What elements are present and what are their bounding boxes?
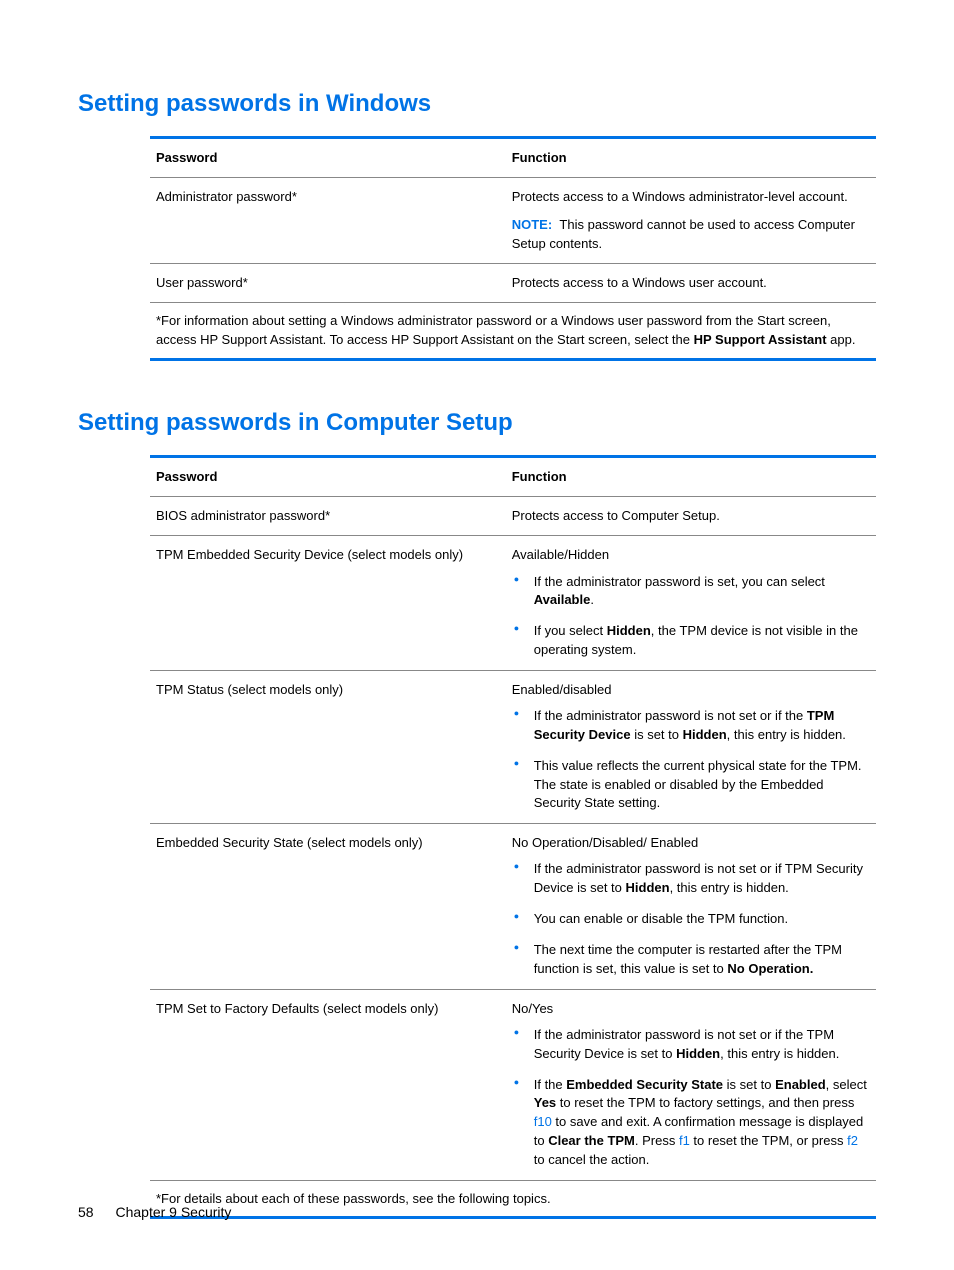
computer-setup-footnote: *For details about each of these passwor… bbox=[150, 1180, 876, 1216]
header-function: Function bbox=[506, 458, 876, 497]
section-heading-computer-setup: Setting passwords in Computer Setup bbox=[78, 409, 876, 437]
row-tpm-factory-func: No/Yes If the administrator password is … bbox=[506, 989, 876, 1180]
row-admin-password-func: Protects access to a Windows administrat… bbox=[506, 178, 876, 264]
li-bold: Hidden bbox=[683, 727, 727, 742]
section-heading-windows: Setting passwords in Windows bbox=[78, 90, 876, 118]
row-embedded-state-func: No Operation/Disabled/ Enabled If the ad… bbox=[506, 824, 876, 989]
header-password: Password bbox=[150, 458, 506, 497]
li-text: , select bbox=[826, 1077, 867, 1092]
li-bold: Enabled bbox=[775, 1077, 826, 1092]
li-bold: Yes bbox=[534, 1095, 556, 1110]
list-item: If the administrator password is not set… bbox=[512, 860, 870, 898]
table-row: TPM Embedded Security Device (select mod… bbox=[150, 536, 876, 671]
windows-footnote: *For information about setting a Windows… bbox=[150, 302, 876, 358]
li-bold: Embedded Security State bbox=[566, 1077, 723, 1092]
row-tpm-device-name: TPM Embedded Security Device (select mod… bbox=[150, 536, 506, 671]
list-item: If the administrator password is not set… bbox=[512, 707, 870, 745]
list-item: If the administrator password is not set… bbox=[512, 1026, 870, 1064]
list-item: You can enable or disable the TPM functi… bbox=[512, 910, 870, 929]
embedded-state-heading: No Operation/Disabled/ Enabled bbox=[512, 834, 870, 852]
row-user-password-func: Protects access to a Windows user accoun… bbox=[506, 263, 876, 302]
table-row: Administrator password* Protects access … bbox=[150, 178, 876, 264]
row-tpm-device-func: Available/Hidden If the administrator pa… bbox=[506, 536, 876, 671]
li-text: If the administrator password is set, yo… bbox=[534, 574, 825, 589]
li-bold: Hidden bbox=[607, 623, 651, 638]
li-bold: Clear the TPM bbox=[548, 1133, 635, 1148]
list-item: This value reflects the current physical… bbox=[512, 757, 870, 814]
row-bios-admin-name: BIOS administrator password* bbox=[150, 497, 506, 536]
list-item: The next time the computer is restarted … bbox=[512, 941, 870, 979]
li-text: . bbox=[590, 592, 594, 607]
li-text: If the administrator password is not set… bbox=[534, 708, 807, 723]
page-footer: 58 Chapter 9 Security bbox=[78, 1204, 231, 1220]
list-item: If the Embedded Security State is set to… bbox=[512, 1076, 870, 1170]
key-f2: f2 bbox=[847, 1133, 858, 1148]
tpm-factory-heading: No/Yes bbox=[512, 1000, 870, 1018]
li-text: , this entry is hidden. bbox=[670, 880, 789, 895]
windows-passwords-table: Password Function Administrator password… bbox=[150, 136, 876, 361]
table-footnote-row: *For information about setting a Windows… bbox=[150, 302, 876, 358]
row-tpm-status-name: TPM Status (select models only) bbox=[150, 670, 506, 823]
li-text: is set to bbox=[723, 1077, 775, 1092]
list-item: If you select Hidden, the TPM device is … bbox=[512, 622, 870, 660]
li-text: to reset the TPM, or press bbox=[690, 1133, 847, 1148]
computer-setup-passwords-table: Password Function BIOS administrator pas… bbox=[150, 455, 876, 1219]
chapter-label: Chapter 9 Security bbox=[115, 1204, 231, 1220]
li-bold: Hidden bbox=[676, 1046, 720, 1061]
list-item: If the administrator password is set, yo… bbox=[512, 573, 870, 611]
li-text: , this entry is hidden. bbox=[720, 1046, 839, 1061]
table-row: BIOS administrator password* Protects ac… bbox=[150, 497, 876, 536]
page-number: 58 bbox=[78, 1204, 94, 1220]
li-bold: No Operation. bbox=[727, 961, 813, 976]
li-text: . Press bbox=[635, 1133, 679, 1148]
li-text: to reset the TPM to factory settings, an… bbox=[556, 1095, 854, 1110]
table-footnote-row: *For details about each of these passwor… bbox=[150, 1180, 876, 1216]
row-tpm-status-func: Enabled/disabled If the administrator pa… bbox=[506, 670, 876, 823]
row-bios-admin-func: Protects access to Computer Setup. bbox=[506, 497, 876, 536]
note-label: NOTE: bbox=[512, 217, 552, 232]
li-text: , this entry is hidden. bbox=[727, 727, 846, 742]
li-text: If you select bbox=[534, 623, 607, 638]
table-row: TPM Set to Factory Defaults (select mode… bbox=[150, 989, 876, 1180]
table-header-row: Password Function bbox=[150, 139, 876, 178]
table-row: Embedded Security State (select models o… bbox=[150, 824, 876, 989]
table-row: TPM Status (select models only) Enabled/… bbox=[150, 670, 876, 823]
admin-func-text: Protects access to a Windows administrat… bbox=[512, 188, 870, 206]
li-text: to cancel the action. bbox=[534, 1152, 650, 1167]
tpm-device-heading: Available/Hidden bbox=[512, 546, 870, 564]
row-tpm-factory-name: TPM Set to Factory Defaults (select mode… bbox=[150, 989, 506, 1180]
table-header-row: Password Function bbox=[150, 458, 876, 497]
row-admin-password-name: Administrator password* bbox=[150, 178, 506, 264]
footnote-text-post: app. bbox=[827, 332, 856, 347]
li-text: If the bbox=[534, 1077, 567, 1092]
li-text: is set to bbox=[631, 727, 683, 742]
key-f10: f10 bbox=[534, 1114, 552, 1129]
admin-func-note: NOTE: This password cannot be used to ac… bbox=[512, 216, 870, 252]
header-password: Password bbox=[150, 139, 506, 178]
row-embedded-state-name: Embedded Security State (select models o… bbox=[150, 824, 506, 989]
tpm-status-heading: Enabled/disabled bbox=[512, 681, 870, 699]
note-text: This password cannot be used to access C… bbox=[512, 217, 855, 250]
key-f1: f1 bbox=[679, 1133, 690, 1148]
li-bold: Available bbox=[534, 592, 591, 607]
footnote-bold: HP Support Assistant bbox=[694, 332, 827, 347]
li-bold: Hidden bbox=[626, 880, 670, 895]
table-row: User password* Protects access to a Wind… bbox=[150, 263, 876, 302]
row-user-password-name: User password* bbox=[150, 263, 506, 302]
header-function: Function bbox=[506, 139, 876, 178]
